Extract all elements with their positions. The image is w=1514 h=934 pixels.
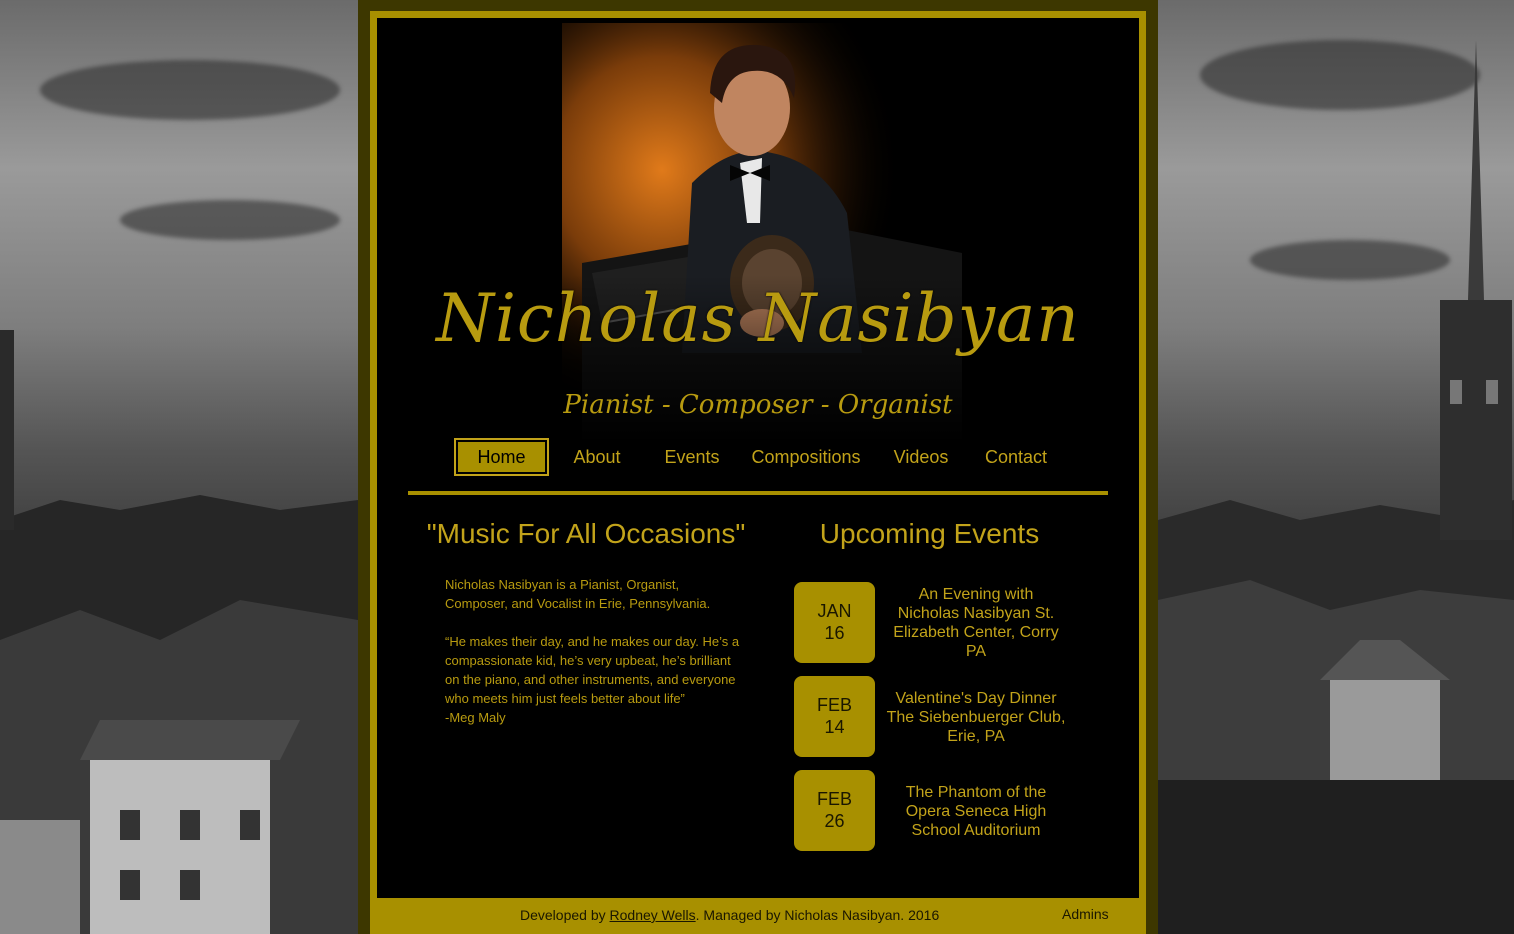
event-title[interactable]: Valentine's Day Dinner The Siebenbuerger… — [886, 676, 1066, 758]
nav-events[interactable]: Events — [651, 438, 733, 476]
event-item: FEB 26 The Phantom of the Opera Seneca H… — [794, 770, 1084, 852]
tagline-heading: "Music For All Occasions" — [426, 518, 746, 549]
event-day: 26 — [824, 811, 845, 831]
event-date-badge[interactable]: JAN 16 — [794, 582, 875, 663]
event-day: 16 — [824, 623, 845, 643]
event-title[interactable]: An Evening with Nicholas Nasibyan St. El… — [886, 582, 1066, 664]
footer-managed-text: . Managed by Nicholas Nasibyan. 2016 — [695, 907, 940, 923]
nav-videos[interactable]: Videos — [879, 438, 963, 476]
testimonial-attribution: -Meg Maly — [445, 710, 506, 725]
nav-home[interactable]: Home — [454, 438, 549, 476]
site-title: Nicholas Nasibyan — [436, 280, 1080, 357]
site-subtitle: Pianist - Composer - Organist — [563, 390, 953, 420]
event-item: JAN 16 An Evening with Nicholas Nasibyan… — [794, 582, 1084, 664]
event-month: FEB — [816, 789, 852, 809]
event-date-badge[interactable]: FEB 26 — [794, 770, 875, 851]
nav-about[interactable]: About — [556, 438, 638, 476]
pianist-portrait-image — [562, 23, 962, 443]
admins-link[interactable]: Admins — [1062, 906, 1109, 922]
event-title[interactable]: The Phantom of the Opera Seneca High Sch… — [886, 770, 1066, 852]
footer-developed-prefix: Developed by — [520, 907, 610, 923]
intro-paragraph: Nicholas Nasibyan is a Pianist, Organist… — [445, 577, 711, 611]
footer-credits: Developed by Rodney Wells. Managed by Ni… — [520, 907, 939, 923]
events-heading: Upcoming Events — [819, 518, 1040, 549]
intro-text-block: Nicholas Nasibyan is a Pianist, Organist… — [445, 575, 740, 727]
nav-home-label: Home — [458, 442, 545, 472]
event-date-badge[interactable]: FEB 14 — [794, 676, 875, 757]
event-item: FEB 14 Valentine's Day Dinner The Sieben… — [794, 676, 1084, 758]
main-nav: Home About Events Compositions Videos Co… — [454, 438, 1074, 476]
nav-compositions[interactable]: Compositions — [744, 438, 868, 476]
event-month: FEB — [816, 695, 852, 715]
footer-bar: Developed by Rodney Wells. Managed by Ni… — [370, 899, 1146, 934]
main-content-panel: Nicholas Nasibyan Pianist - Composer - O… — [377, 18, 1139, 898]
nav-contact[interactable]: Contact — [974, 438, 1058, 476]
event-day: 14 — [824, 717, 845, 737]
nav-divider — [408, 491, 1108, 495]
testimonial-quote: “He makes their day, and he makes our da… — [445, 634, 740, 706]
event-month: JAN — [817, 601, 852, 621]
developer-link[interactable]: Rodney Wells — [610, 907, 696, 923]
